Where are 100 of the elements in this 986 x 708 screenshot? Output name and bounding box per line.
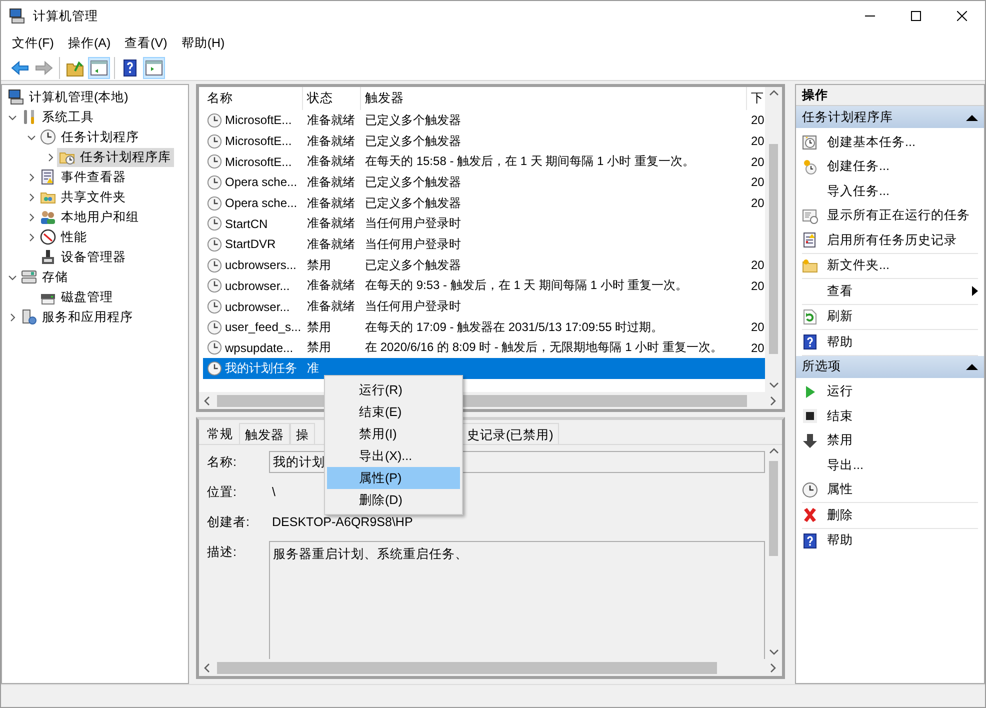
toolbar-button[interactable] [88,56,110,78]
tree-item[interactable]: 设备管理器 [38,248,129,266]
vertical-scrollbar[interactable] [765,87,782,392]
action-link[interactable]: 创建任务... [827,158,890,176]
task-name: ucbrowser... [225,300,290,314]
chevron-right-icon[interactable] [26,192,36,202]
task-row[interactable]: MicrosoftE... 准备就绪 已定义多个触发器 20 [203,130,765,152]
author-value: DESKTOP-A6QR9S8\HP [271,514,413,531]
scroll-thumb[interactable] [217,662,717,674]
action-link[interactable]: 删除 [827,506,853,524]
device-icon [40,249,56,265]
column-header[interactable]: 状态 [303,87,361,110]
tree-item[interactable]: 计算机管理(本地) [6,88,132,106]
task-status: 准 [307,360,319,378]
menu-item[interactable]: 查看(V) [118,32,174,54]
forward-arrow-icon [35,58,53,76]
chevron-down-icon[interactable] [26,132,36,142]
menu-item[interactable]: 文件(F) [5,32,61,54]
chevron-down-icon[interactable] [8,112,16,122]
tab[interactable]: 触发器 [239,423,290,444]
tree-item[interactable]: 任务计划程序 [38,128,142,146]
scroll-thumb[interactable] [769,144,778,354]
tree-item[interactable]: 任务计划程序库 [57,148,174,166]
task-status: 准备就绪 [307,236,355,253]
task-name: MicrosoftE... [225,154,292,169]
action-link[interactable]: 刷新 [827,308,853,326]
context-menu-item[interactable]: 运行(R) [327,379,460,401]
section-header[interactable]: 任务计划程序库 [796,106,984,128]
action-link[interactable]: 查看 [827,282,853,300]
task-trigger: 已定义多个触发器 [365,132,461,150]
task-row[interactable]: Opera sche... 准备就绪 已定义多个触发器 20 [203,192,765,214]
task-trigger: 在每天的 17:09 - 触发器在 2031/5/13 17:09:55 时过期。 [365,318,664,336]
clock-icon [207,258,222,273]
task-row[interactable]: ucbrowsers... 禁用 已定义多个触发器 20 [203,254,765,276]
maximize-icon[interactable] [911,11,921,21]
task-name: StartCN [225,216,268,231]
action-link[interactable]: 新文件夹... [827,257,890,274]
down-arrow-icon [802,432,818,449]
column-header[interactable]: 触发器 [361,87,747,110]
chevron-right-icon[interactable] [26,172,36,182]
chevron-down-icon[interactable] [8,272,16,282]
task-row[interactable]: 我的计划任务 准 [203,358,765,379]
context-menu-item[interactable]: 删除(D) [327,489,460,511]
action-link[interactable]: 帮助 [827,334,853,351]
task-name: wpsupdate... [225,340,294,355]
window-clock-icon [802,208,818,224]
tree-item[interactable]: 本地用户和组 [38,208,142,226]
collapse-icon[interactable] [966,114,978,120]
action-link[interactable]: 显示所有正在运行的任务 [827,207,970,224]
action-link[interactable]: 结束 [827,408,853,425]
section-header[interactable]: 所选项 [796,356,984,378]
task-row[interactable]: MicrosoftE... 准备就绪 已定义多个触发器 20 [203,110,765,131]
action-link[interactable]: 启用所有任务历史记录 [827,232,957,249]
task-trigger: 已定义多个触发器 [365,174,461,191]
action-link[interactable]: 属性 [827,481,853,498]
chevron-right-icon[interactable] [46,152,54,162]
close-icon[interactable] [957,11,967,21]
collapse-icon[interactable] [966,363,978,370]
task-row[interactable]: MicrosoftE... 准备就绪 在每天的 15:58 - 触发后，在 1 天 期间每隔 1 小时 重复一次。 20 [203,151,765,172]
context-menu-item[interactable]: 禁用(I) [327,423,460,445]
action-link[interactable]: 帮助 [827,532,853,550]
tree-item[interactable]: 事件查看器 [38,168,129,186]
task-row[interactable]: StartCN 准备就绪 当任何用户登录时 [203,213,765,234]
folder-up-icon [66,58,84,76]
task-row[interactable]: Opera sche... 准备就绪 已定义多个触发器 20 [203,172,765,193]
action-link[interactable]: 创建基本任务... [827,134,916,151]
context-menu-item[interactable]: 结束(E) [327,401,460,423]
tree-item[interactable]: 共享文件夹 [38,188,129,206]
tree-item[interactable]: 存储 [19,268,71,286]
context-menu-item[interactable]: 属性(P) [327,467,460,489]
toolbar-button[interactable] [143,56,165,78]
task-status: 准备就绪 [307,298,355,316]
task-status: 准备就绪 [307,215,355,232]
action-pane-icon [145,58,163,76]
menu-item[interactable]: 帮助(H) [174,32,232,54]
task-row[interactable]: ucbrowser... 准备就绪 当任何用户登录时 [203,296,765,317]
action-link[interactable]: 运行 [827,383,853,400]
tree-item[interactable]: 系统工具 [19,108,97,126]
task-row[interactable]: ucbrowser... 准备就绪 在每天的 9:53 - 触发后，在 1 天 期间每隔 1 小时 重复一次。 20 [203,276,765,296]
clock-icon [40,129,56,145]
scroll-thumb[interactable] [769,461,778,556]
action-link[interactable]: 导出... [827,456,864,474]
action-link[interactable]: 禁用 [827,432,853,450]
task-row[interactable]: StartDVR 准备就绪 当任何用户登录时 [203,234,765,255]
task-row[interactable]: user_feed_s... 禁用 在每天的 17:09 - 触发器在 2031/5/13 17:09:55 时过期。 20 [203,316,765,338]
column-header[interactable]: 名称 [203,87,303,110]
tree-item[interactable]: 磁盘管理 [38,288,116,306]
clock-icon [207,278,222,294]
chevron-right-icon[interactable] [26,232,36,242]
chevron-right-icon[interactable] [26,212,36,222]
menu-item[interactable]: 操作(A) [60,32,118,54]
tree-item[interactable]: 服务和应用程序 [19,308,136,326]
tab[interactable]: 操 [290,423,315,444]
chevron-right-icon[interactable] [8,312,16,322]
tree-item[interactable]: 性能 [38,228,90,246]
users-icon [40,209,56,225]
action-link[interactable]: 导入任务... [827,182,890,200]
task-row[interactable]: wpsupdate... 禁用 在 2020/6/16 的 8:09 时 - 触发后，无限期地每隔 1 小时 重复一次。 20 [203,338,765,358]
tab[interactable]: 史记录(已禁用) [461,423,560,444]
clock-icon [207,361,222,376]
